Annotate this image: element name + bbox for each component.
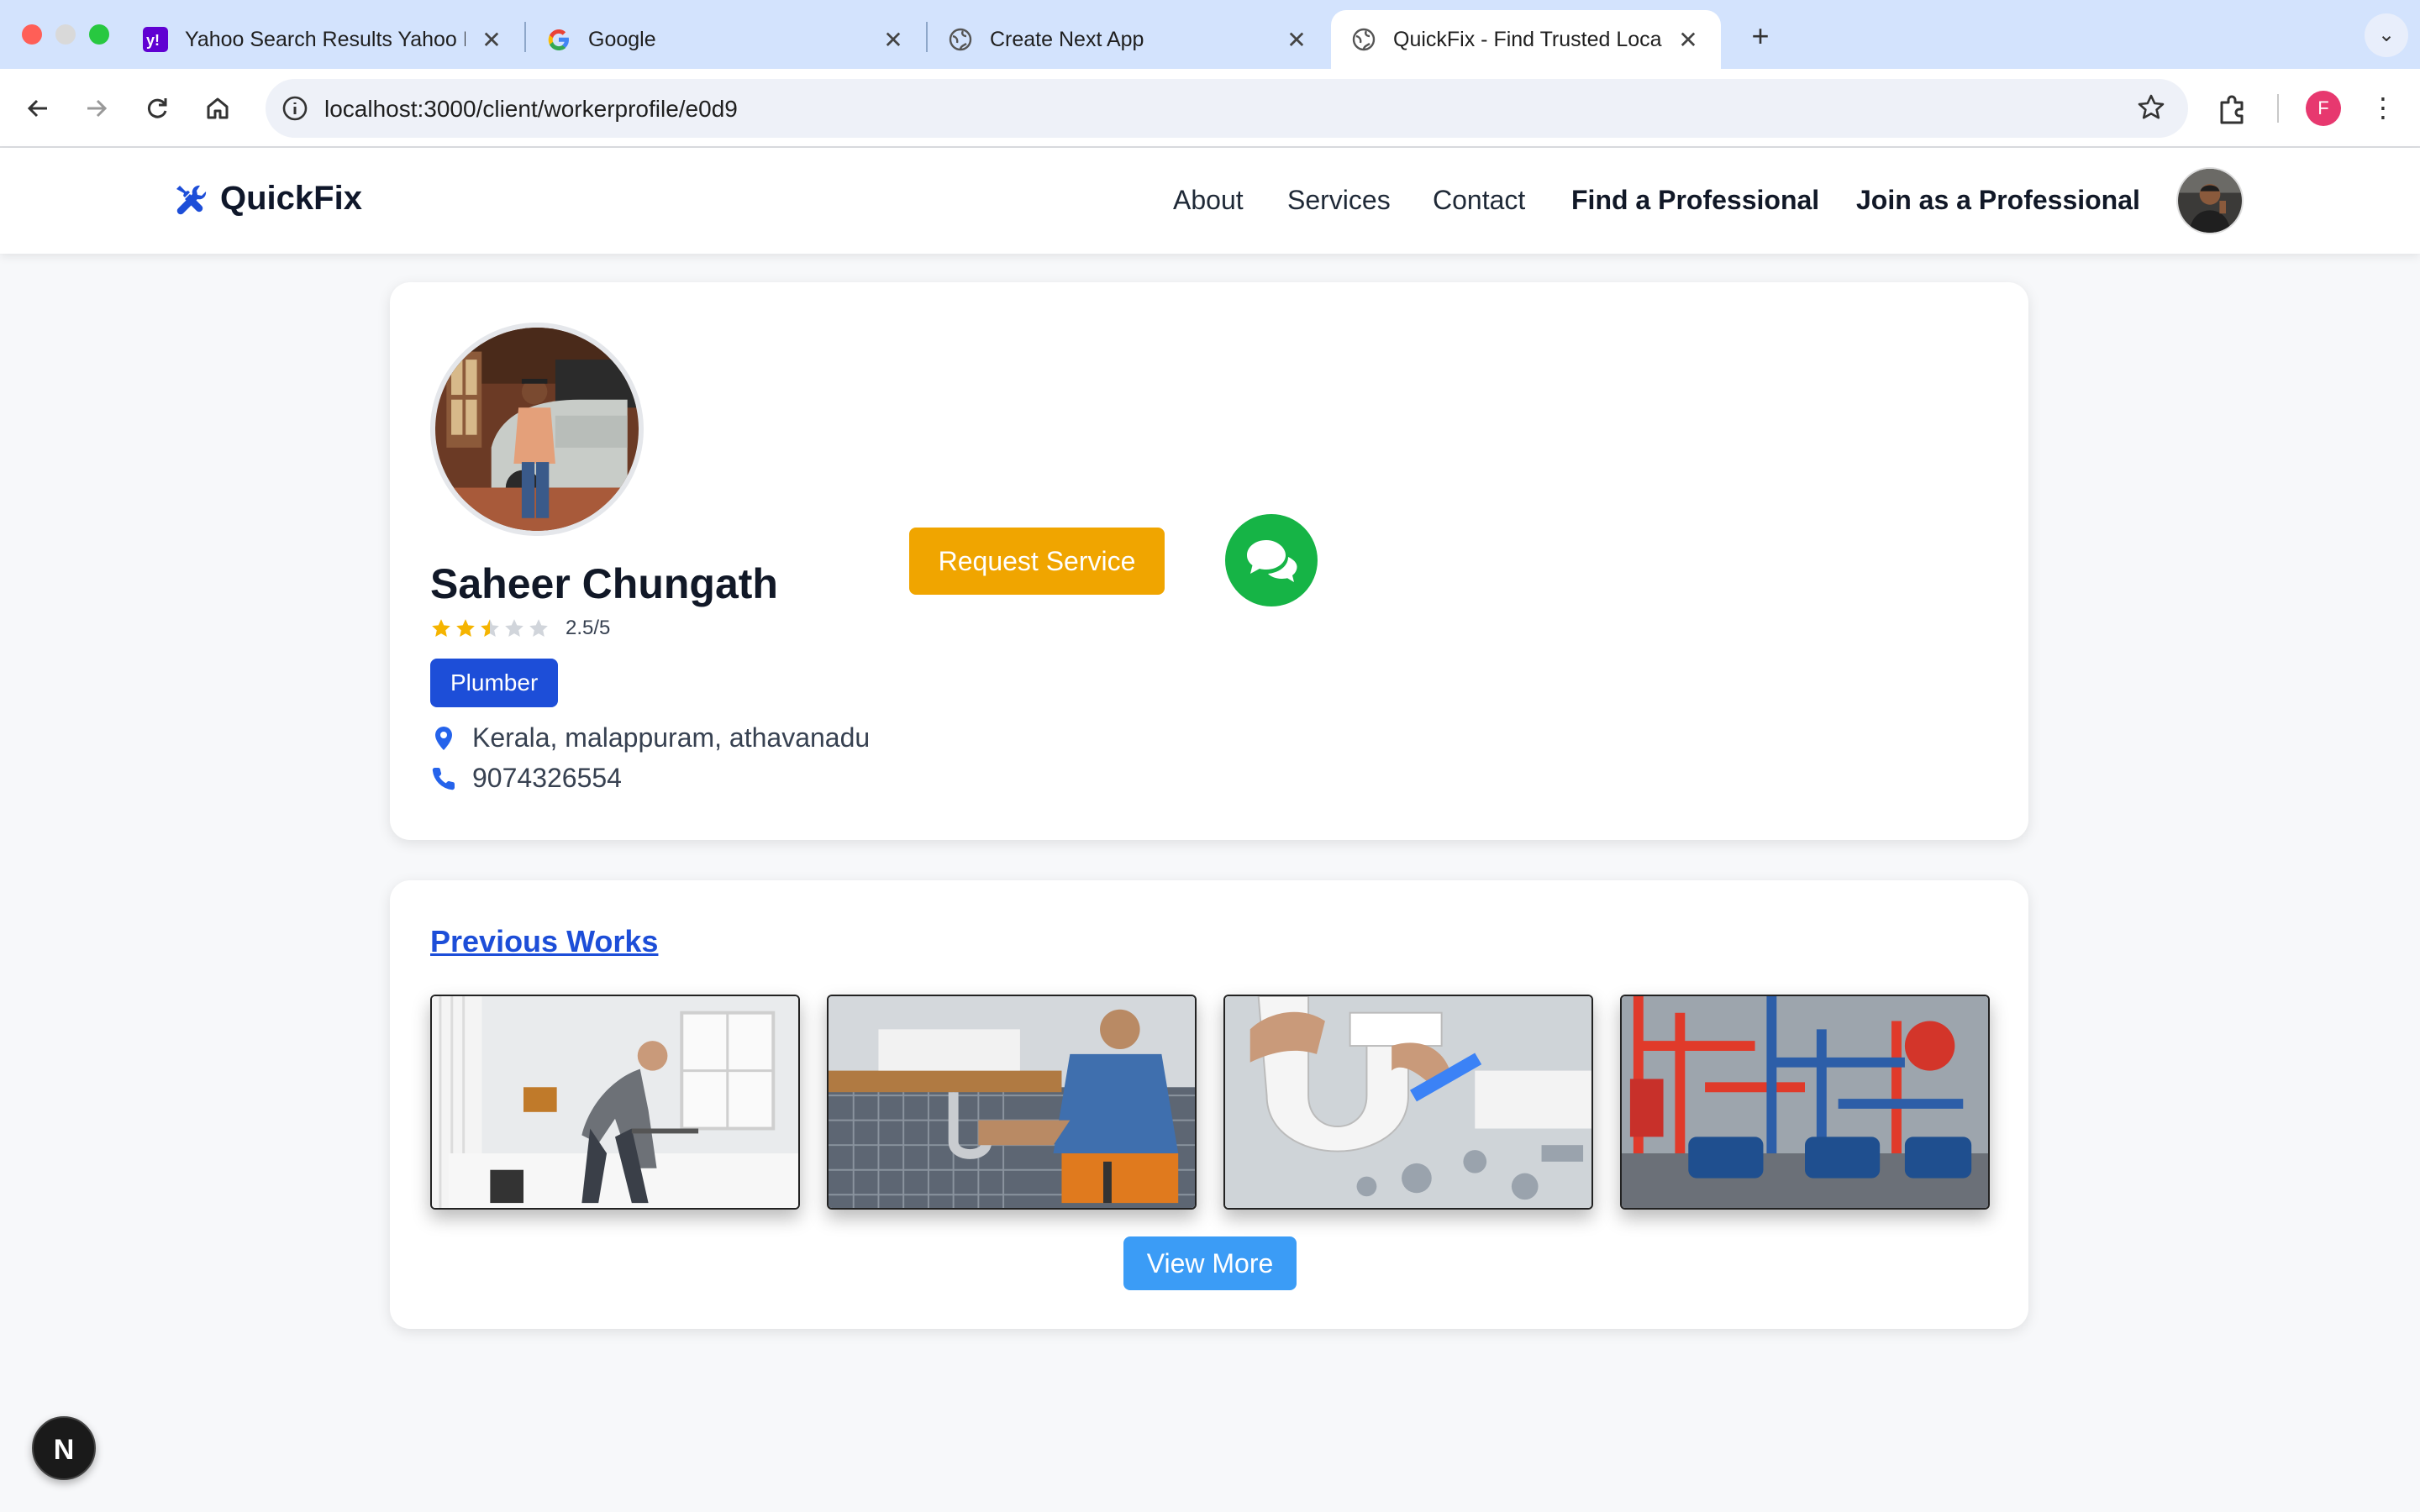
close-window-button[interactable] <box>22 24 42 45</box>
info-icon[interactable] <box>281 94 309 123</box>
nav-link-contact[interactable]: Contact <box>1433 185 1525 216</box>
browser-tab-quickfix[interactable]: QuickFix - Find Trusted Local ✕ <box>1331 10 1721 69</box>
browser-toolbar: localhost:3000/client/workerprofile/e0d9… <box>0 69 2420 148</box>
work-image-1[interactable] <box>430 995 800 1210</box>
brand-logo[interactable]: QuickFix <box>171 180 362 218</box>
nav-link-find-professional[interactable]: Find a Professional <box>1571 185 1819 216</box>
browser-profile-avatar[interactable]: F <box>2306 91 2341 126</box>
location-text: Kerala, malappuram, athavanadu <box>472 722 871 753</box>
nav-link-about[interactable]: About <box>1173 185 1244 216</box>
worker-name: Saheer Chungath <box>430 560 778 607</box>
user-avatar[interactable] <box>2176 167 2244 234</box>
request-service-button[interactable]: Request Service <box>909 528 1165 595</box>
home-icon <box>207 97 229 119</box>
browser-tab-google[interactable]: Google ✕ <box>526 10 926 69</box>
tab-search-chevron-icon[interactable]: ⌄ <box>2365 13 2408 57</box>
work-image-2[interactable] <box>827 995 1197 1210</box>
work-image-4[interactable] <box>1620 995 1990 1210</box>
worker-profile-card: Saheer Chungath 2.5/5 Plumber Kerala, ma… <box>390 282 2028 840</box>
globe-icon <box>1352 28 1376 51</box>
extensions-puzzle-icon[interactable] <box>2215 91 2250 126</box>
phone-text: 9074326554 <box>472 763 622 793</box>
category-badge: Plumber <box>430 659 559 707</box>
arrow-right-icon <box>87 99 108 118</box>
nav-link-services[interactable]: Services <box>1287 185 1391 216</box>
chat-bubbles-icon <box>1247 540 1297 582</box>
star-empty-icon <box>529 619 548 637</box>
yahoo-icon: y! <box>143 27 168 52</box>
tab-title: Yahoo Search Results Yahoo I <box>185 27 466 51</box>
close-tab-icon[interactable]: ✕ <box>479 26 504 54</box>
forward-button[interactable] <box>76 87 118 129</box>
star-full-icon <box>456 619 475 637</box>
location-row: Kerala, malappuram, athavanadu <box>430 722 870 753</box>
rating-text: 2.5/5 <box>566 617 611 639</box>
tab-title: Google <box>588 27 656 51</box>
new-tab-button[interactable]: + <box>1739 15 1781 57</box>
bookmark-star-icon[interactable] <box>2136 92 2166 123</box>
phone-icon <box>432 767 455 790</box>
google-icon <box>548 29 569 50</box>
previous-works-card: Previous Works View More <box>390 880 2028 1329</box>
star-half-icon <box>481 619 499 637</box>
browser-menu-icon[interactable]: ⋮ <box>2368 89 2398 128</box>
close-tab-icon[interactable]: ✕ <box>1284 26 1309 54</box>
home-button[interactable] <box>197 87 239 129</box>
maximize-window-button[interactable] <box>89 24 109 45</box>
globe-icon <box>949 28 972 51</box>
minimize-window-button[interactable] <box>55 24 76 45</box>
url-text[interactable]: localhost:3000/client/workerprofile/e0d9 <box>324 96 738 123</box>
previous-works-title[interactable]: Previous Works <box>430 924 658 959</box>
nextjs-dev-badge[interactable]: N <box>32 1416 96 1480</box>
browser-tab-yahoo[interactable]: y! Yahoo Search Results Yahoo I ✕ <box>123 10 524 69</box>
work-image-3[interactable] <box>1223 995 1593 1210</box>
nav-link-join-professional[interactable]: Join as a Professional <box>1856 185 2140 216</box>
close-tab-icon[interactable]: ✕ <box>1676 26 1701 54</box>
address-bar[interactable]: localhost:3000/client/workerprofile/e0d9 <box>266 79 2188 138</box>
close-tab-icon[interactable]: ✕ <box>881 26 906 54</box>
tab-title: QuickFix - Find Trusted Local <box>1393 27 1662 51</box>
site-navbar: QuickFix About Services Contact Find a P… <box>0 148 2420 254</box>
chat-button[interactable] <box>1225 514 1318 606</box>
rating-stars: 2.5/5 <box>430 617 610 640</box>
star-empty-icon <box>505 619 523 637</box>
worker-profile-photo <box>430 323 644 536</box>
arrow-left-icon <box>27 99 47 118</box>
toolbar-divider <box>2277 94 2279 123</box>
browser-tab-next-app[interactable]: Create Next App ✕ <box>928 10 1329 69</box>
reload-button[interactable] <box>136 87 178 129</box>
map-pin-icon <box>435 726 452 750</box>
view-more-button[interactable]: View More <box>1123 1236 1297 1290</box>
back-button[interactable] <box>17 87 59 129</box>
reload-icon <box>147 98 167 118</box>
tools-icon <box>176 185 207 214</box>
brand-name: QuickFix <box>220 180 362 217</box>
tab-title: Create Next App <box>990 27 1144 51</box>
svg-text:y!: y! <box>146 32 160 49</box>
phone-row: 9074326554 <box>430 763 622 794</box>
star-full-icon <box>432 619 450 637</box>
browser-tab-bar: y! Yahoo Search Results Yahoo I ✕ Google… <box>0 0 2420 69</box>
